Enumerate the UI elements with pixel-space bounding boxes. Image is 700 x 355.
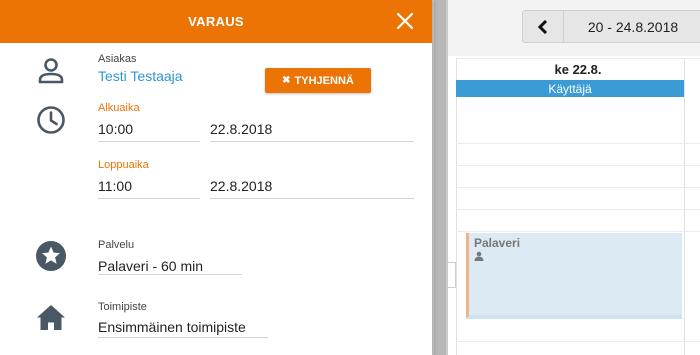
clear-button-label: TYHJENNÄ (294, 74, 354, 87)
clear-customer-button[interactable]: ✖ TYHJENNÄ (265, 68, 371, 93)
star-icon (36, 241, 66, 271)
grid-row-line (456, 187, 700, 188)
clock-icon (37, 106, 65, 134)
customer-label: Asiakas (98, 53, 137, 65)
dialog-title: VARAUS (188, 14, 244, 29)
date-range-label: 20 - 24.8.2018 (587, 18, 679, 35)
calendar-grid: ke 22.8. Käyttäjä Palaveri (456, 58, 700, 355)
location-underline (98, 337, 268, 338)
location-label: Toimipiste (98, 301, 147, 313)
person-small-icon (474, 251, 484, 261)
end-date-underline (210, 198, 414, 199)
panel-collapse-handle[interactable] (448, 262, 456, 288)
start-time-underline (98, 141, 200, 142)
end-time-underline (98, 198, 200, 199)
grid-row-line (456, 341, 700, 342)
service-underline (98, 274, 242, 275)
service-label: Palvelu (98, 239, 135, 251)
grid-column-line (684, 58, 685, 355)
clear-x-icon: ✖ (282, 75, 291, 86)
event-title: Palaveri (474, 236, 521, 250)
previous-week-button[interactable] (522, 10, 564, 43)
person-icon (38, 58, 64, 84)
start-time-input[interactable]: 10:00 (98, 121, 133, 137)
grid-column-line (456, 58, 457, 355)
dialog-header: VARAUS (0, 0, 432, 43)
reservation-dialog: VARAUS Asiakas Testi Testaaja ✖ TYHJENNÄ… (0, 0, 432, 355)
grid-row-line (456, 165, 700, 166)
start-date-input[interactable]: 22.8.2018 (210, 121, 272, 137)
customer-name-link[interactable]: Testi Testaaja (98, 68, 183, 84)
close-icon[interactable] (395, 11, 415, 31)
start-date-underline (210, 141, 414, 142)
dialog-scrollbar[interactable] (432, 0, 448, 355)
grid-row-line (456, 231, 700, 232)
day-header[interactable]: ke 22.8. (456, 58, 700, 80)
calendar-panel: 20 - 24.8.2018 ke 22.8. Käyttäjä Palaver… (448, 0, 700, 355)
home-icon (37, 305, 65, 330)
end-time-input[interactable]: 11:00 (98, 178, 132, 194)
chevron-left-icon (537, 19, 548, 34)
date-range-button[interactable]: 20 - 24.8.2018 (563, 10, 700, 43)
start-time-label: Alkuaika (98, 102, 140, 114)
grid-row-line (456, 143, 700, 144)
location-select[interactable]: Ensimmäinen toimipiste (98, 319, 246, 335)
resource-bar[interactable]: Käyttäjä (456, 80, 684, 97)
grid-row-line (456, 209, 700, 210)
scrollbar-thumb[interactable] (434, 0, 446, 355)
calendar-event[interactable]: Palaveri (466, 233, 682, 319)
service-select[interactable]: Palaveri - 60 min (98, 258, 203, 274)
end-time-label: Loppuaika (98, 159, 149, 171)
end-date-input[interactable]: 22.8.2018 (210, 178, 272, 194)
